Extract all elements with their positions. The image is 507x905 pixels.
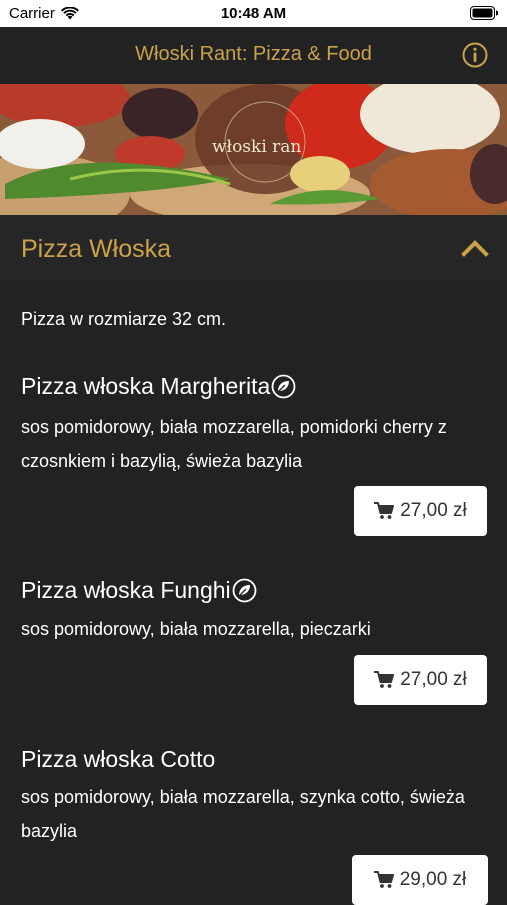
cart-icon	[373, 871, 394, 888]
navigation-bar: Włoski Rant: Pizza & Food	[0, 27, 507, 84]
menu-item-name: Pizza włoska Margherita	[21, 373, 296, 400]
app-title: Włoski Rant: Pizza & Food	[135, 43, 372, 65]
cart-icon	[374, 671, 395, 688]
add-to-cart-button[interactable]: 29,00 zł	[352, 855, 488, 905]
status-bar: Carrier 10:48 AM	[0, 0, 507, 27]
chevron-up-icon[interactable]	[461, 237, 489, 259]
vegetarian-leaf-icon	[232, 578, 257, 603]
menu-item-title: Pizza włoska Cotto	[21, 746, 216, 772]
add-to-cart-button[interactable]: 27,00 zł	[354, 486, 487, 536]
menu-item-title: Pizza włoska Margherita	[21, 373, 271, 399]
pizza-photo: włoski ran	[0, 84, 507, 215]
price-label: 27,00 zł	[400, 669, 467, 690]
menu-item-name: Pizza włoska Funghi	[21, 577, 257, 604]
category-note: Pizza w rozmiarze 32 cm.	[21, 309, 227, 329]
hero-logo-text: włoski ran	[212, 137, 301, 157]
menu-item-name: Pizza włoska Cotto	[21, 746, 215, 773]
vegetarian-leaf-icon	[271, 374, 296, 399]
price-label: 29,00 zł	[399, 869, 467, 890]
category-header[interactable]: Pizza Włoska	[0, 215, 507, 281]
price-label: 27,00 zł	[400, 500, 467, 521]
add-to-cart-button[interactable]: 27,00 zł	[354, 655, 487, 705]
cart-icon	[374, 502, 395, 519]
menu-item-description: sos pomidorowy, biała mozzarella, piecza…	[21, 619, 371, 639]
status-time: 10:48 AM	[220, 5, 287, 22]
info-icon[interactable]	[461, 41, 489, 69]
battery-icon	[470, 6, 498, 20]
menu-item-description: sos pomidorowy, biała mozzarella, szynka…	[21, 787, 465, 841]
menu-item-title: Pizza włoska Funghi	[21, 577, 231, 603]
menu-item-description: sos pomidorowy, biała mozzarella, pomido…	[21, 417, 447, 471]
hero-banner: włoski ran	[0, 84, 507, 215]
category-title: Pizza Włoska	[21, 235, 172, 263]
